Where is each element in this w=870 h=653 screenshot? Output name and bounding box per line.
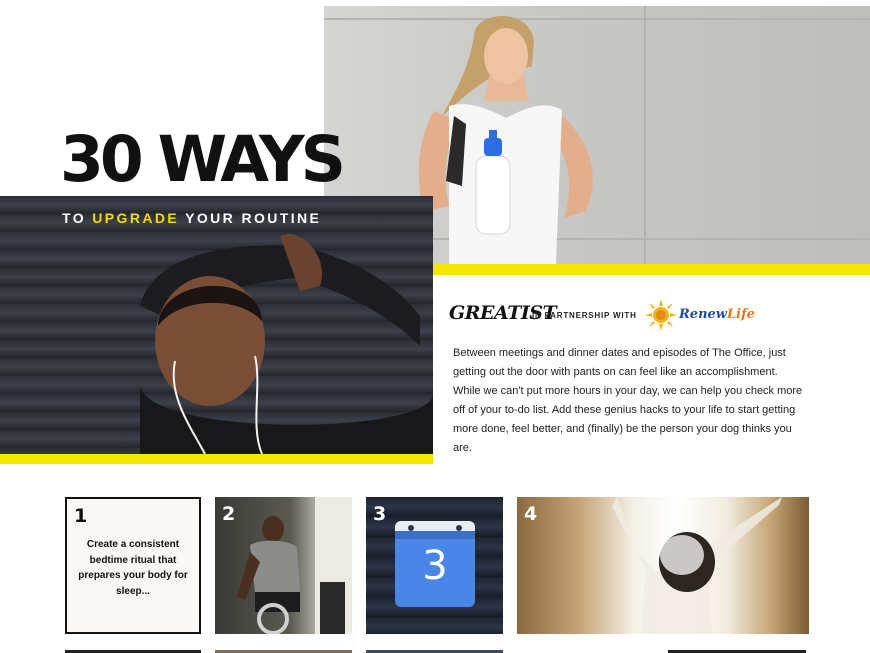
tip-card-3[interactable]: 3 3 [366,497,503,634]
intro-paragraph: Between meetings and dinner dates and ep… [453,347,803,454]
tip-card-2[interactable]: 2 [215,497,352,634]
page-subtitle: TO UPGRADE YOUR ROUTINE [62,210,321,226]
partnership-text: IN PARTNERSHIP WITH [532,311,637,320]
subtitle-text: TO [62,210,93,226]
cyclist-image [237,497,352,634]
accent-bar [0,454,433,464]
tip-card-4[interactable]: 4 [517,497,809,634]
card-text: Create a consistent bedtime ritual that … [78,539,188,597]
hero-image-man [0,196,433,454]
sun-icon [645,299,677,331]
life-text: Life [727,307,755,322]
curtains-image [612,497,782,634]
page-title: 30 WAYS [60,123,346,196]
card-number: 1 [74,505,88,527]
man-figure [140,234,433,454]
card-number: 2 [222,503,236,525]
calendar-day: 3 [422,543,448,589]
subtitle-highlight: UPGRADE [92,210,180,226]
renew-text: Renew [679,307,727,322]
card-number: 4 [524,503,538,525]
subtitle-text: YOUR ROUTINE [179,210,322,226]
renewlife-logo[interactable]: RenewLife [679,307,755,322]
card-number: 3 [373,503,387,525]
tip-card-1[interactable]: 1 Create a consistent bedtime ritual tha… [65,497,201,634]
